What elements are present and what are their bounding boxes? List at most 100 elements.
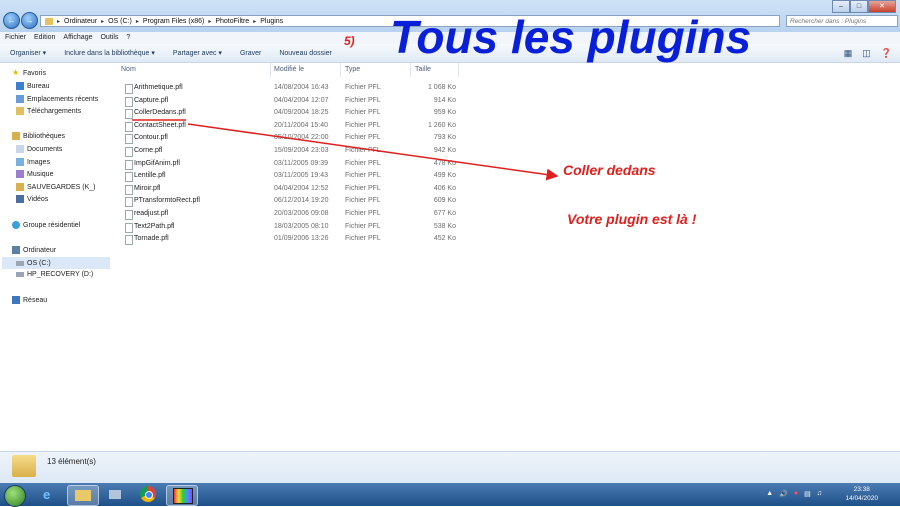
sidebar-libraries[interactable]: Bibliothèques bbox=[12, 132, 65, 140]
sidebar-favorites[interactable]: ★ Favoris bbox=[12, 69, 46, 77]
preview-pane-icon[interactable]: ◫ bbox=[862, 48, 871, 59]
chevron-right-icon: ▸ bbox=[208, 18, 212, 25]
organize-button[interactable]: Organiser ▾ bbox=[10, 44, 46, 62]
file-row[interactable]: Contour.pfl 05/10/2004 22:00 Fichier PFL 79… bbox=[110, 132, 470, 145]
images-icon bbox=[16, 158, 24, 166]
volume-icon[interactable]: 🔊 bbox=[779, 490, 788, 498]
breadcrumb-item[interactable]: Ordinateur bbox=[64, 18, 97, 25]
file-type: Fichier PFL bbox=[345, 210, 381, 217]
file-name: PTransformtoRect.pfl bbox=[134, 197, 200, 205]
computer-icon bbox=[12, 246, 20, 254]
column-header-date[interactable]: Modifié le bbox=[274, 66, 304, 73]
file-row[interactable]: Corne.pfl 15/09/2004 23:03 Fichier PFL 942 … bbox=[110, 145, 470, 157]
help-icon[interactable]: ❓ bbox=[881, 48, 892, 59]
window-controls: – □ ✕ bbox=[832, 0, 896, 13]
sidebar-item-recovery[interactable]: HP_RECOVERY (D:) bbox=[16, 271, 93, 278]
sidebar-item-documents[interactable]: Documents bbox=[16, 145, 62, 153]
file-row[interactable]: readjust.pfl 20/03/2006 09:08 Fichier PFL 6… bbox=[110, 208, 470, 220]
network-tool-icon[interactable] bbox=[100, 485, 130, 504]
file-name: readjust.pfl bbox=[134, 210, 169, 217]
column-header-size[interactable]: Taille bbox=[415, 66, 431, 73]
breadcrumb-item[interactable]: Program Files (x86) bbox=[143, 18, 204, 25]
column-divider[interactable] bbox=[340, 63, 341, 77]
search-input[interactable]: Rechercher dans : Plugins bbox=[786, 15, 898, 27]
file-icon bbox=[125, 109, 133, 120]
column-header-name[interactable]: Nom bbox=[121, 66, 136, 73]
breadcrumb-item[interactable]: PhotoFiltre bbox=[215, 18, 249, 25]
windows-start-icon[interactable] bbox=[4, 485, 26, 507]
sidebar-item-recent[interactable]: Emplacements récents bbox=[16, 95, 98, 103]
sidebar-item-os-c[interactable]: OS (C:) bbox=[2, 257, 110, 269]
view-options-icon[interactable]: ▦ bbox=[844, 48, 853, 59]
menu-edition[interactable]: Edition bbox=[34, 32, 55, 44]
column-header-type[interactable]: Type bbox=[345, 66, 360, 73]
antivirus-icon[interactable]: ● bbox=[794, 490, 798, 498]
file-date: 05/10/2004 22:00 bbox=[274, 134, 329, 142]
burn-button[interactable]: Graver bbox=[240, 44, 261, 62]
chevron-right-icon: ▸ bbox=[135, 18, 139, 25]
sidebar-item-downloads[interactable]: Téléchargements bbox=[16, 107, 81, 115]
chevron-right-icon: ▸ bbox=[101, 18, 105, 25]
file-date: 01/09/2006 13:26 bbox=[274, 235, 329, 243]
sidebar-item-bureau[interactable]: Bureau bbox=[16, 82, 50, 90]
file-row[interactable]: Capture.pfl 04/04/2004 12:07 Fichier PFL 91… bbox=[110, 95, 470, 107]
file-size: 677 Ko bbox=[433, 210, 456, 217]
file-icon bbox=[125, 84, 133, 94]
menu-fichier[interactable]: Fichier bbox=[5, 32, 26, 44]
menu-affichage[interactable]: Affichage bbox=[63, 32, 92, 44]
sidebar-item-music[interactable]: Musique bbox=[16, 170, 53, 178]
breadcrumb-item[interactable]: OS (C:) bbox=[108, 18, 132, 25]
column-divider[interactable] bbox=[458, 63, 459, 77]
menu-help[interactable]: ? bbox=[126, 32, 130, 44]
new-folder-button[interactable]: Nouveau dossier bbox=[279, 44, 332, 62]
sidebar-homegroup[interactable]: Groupe résidentiel bbox=[12, 221, 80, 229]
file-icon bbox=[125, 172, 133, 183]
file-row[interactable]: Text2Path.pfl 18/03/2005 08:10 Fichier PFL… bbox=[110, 221, 470, 233]
file-row[interactable]: Arithmetique.pfl 14/08/2004 16:43 Fichier … bbox=[110, 82, 470, 94]
file-type: Fichier PFL bbox=[345, 121, 381, 129]
column-divider[interactable] bbox=[410, 63, 411, 77]
back-icon[interactable]: ← bbox=[3, 12, 20, 29]
maximize-button[interactable]: □ bbox=[850, 0, 868, 13]
sidebar-item-images[interactable]: Images bbox=[16, 158, 50, 166]
drive-icon bbox=[16, 260, 24, 266]
network-tray-icon[interactable]: ▤ bbox=[804, 490, 811, 498]
file-type: Fichier PFL bbox=[345, 134, 381, 142]
file-row[interactable]: Miroir.pfl 04/04/2004 12:52 Fichier PFL 406… bbox=[110, 183, 470, 195]
homegroup-icon bbox=[12, 221, 20, 229]
sidebar-computer[interactable]: Ordinateur bbox=[12, 246, 56, 254]
internet-explorer-icon[interactable]: e bbox=[34, 485, 64, 504]
minimize-button[interactable]: – bbox=[832, 0, 850, 13]
sidebar-network[interactable]: Réseau bbox=[12, 296, 47, 304]
file-size: 793 Ko bbox=[433, 134, 456, 142]
file-icon bbox=[125, 147, 133, 157]
file-row[interactable]: PTransformtoRect.pfl 06/12/2014 19:20 Fich… bbox=[110, 195, 470, 208]
file-explorer-icon[interactable] bbox=[67, 485, 99, 506]
file-icon bbox=[125, 159, 133, 170]
close-button[interactable]: ✕ bbox=[868, 0, 896, 13]
file-date: 20/11/2004 15:40 bbox=[274, 121, 328, 129]
file-row[interactable]: CollerDedans.pfl 04/09/2004 18:25 Fichier … bbox=[110, 107, 470, 120]
include-library-button[interactable]: Inclure dans la bibliothèque ▾ bbox=[64, 44, 155, 62]
nav-buttons: ← → bbox=[3, 12, 38, 29]
file-icon bbox=[125, 96, 133, 107]
file-row[interactable]: Tornade.pfl 01/09/2006 13:26 Fichier PFL 45… bbox=[110, 233, 470, 246]
menu-outils[interactable]: Outils bbox=[100, 32, 118, 44]
view-controls: ▦ ◫ ❓ bbox=[844, 48, 892, 59]
breadcrumb-item[interactable]: Plugins bbox=[260, 18, 283, 25]
chrome-icon[interactable] bbox=[133, 485, 163, 504]
column-divider[interactable] bbox=[270, 63, 271, 77]
file-date: 14/08/2004 16:43 bbox=[274, 84, 329, 91]
forward-icon[interactable]: → bbox=[21, 12, 38, 29]
sidebar-item-sauvegardes[interactable]: SAUVEGARDES (K_) bbox=[16, 183, 95, 191]
show-hidden-icons-icon[interactable]: ▲ bbox=[766, 490, 773, 498]
photofiltre-icon[interactable] bbox=[166, 485, 198, 506]
file-row[interactable]: Lentille.pfl 03/11/2005 19:43 Fichier PFL 4… bbox=[110, 170, 470, 183]
sidebar-item-videos[interactable]: Vidéos bbox=[16, 195, 48, 203]
share-button[interactable]: Partager avec ▾ bbox=[173, 44, 222, 62]
file-row[interactable]: ContactSheet.pfl 20/11/2004 15:40 Fichier … bbox=[110, 120, 470, 132]
file-date: 18/03/2005 08:10 bbox=[274, 222, 329, 230]
file-row[interactable]: ImpGifAnim.pfl 03/11/2005 09:39 Fichier PF… bbox=[110, 158, 470, 170]
speaker-icon[interactable]: ♫ bbox=[817, 490, 822, 498]
clock[interactable]: 23:38 14/04/2020 bbox=[845, 485, 878, 503]
